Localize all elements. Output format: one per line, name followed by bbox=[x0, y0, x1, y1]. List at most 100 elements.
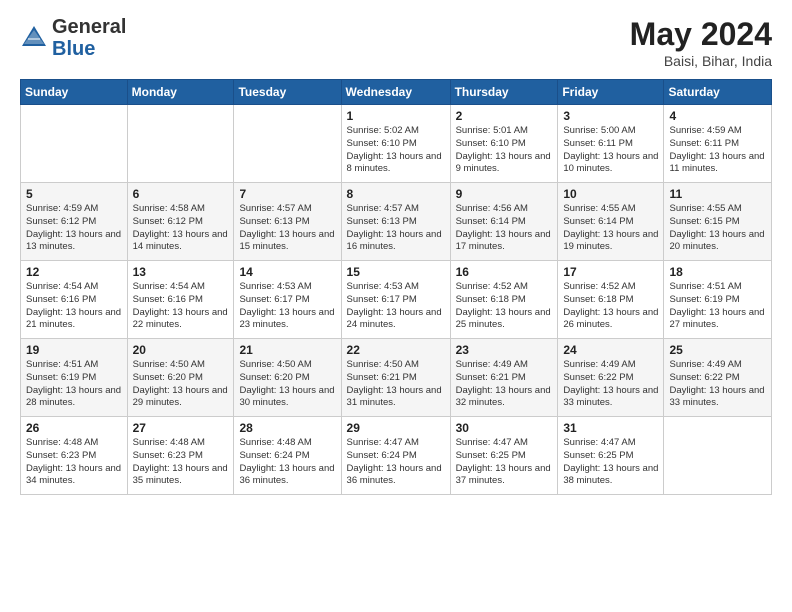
day-number: 20 bbox=[133, 343, 229, 357]
day-number: 6 bbox=[133, 187, 229, 201]
day-info: Sunrise: 4:55 AM Sunset: 6:14 PM Dayligh… bbox=[563, 203, 658, 254]
calendar-cell: 30Sunrise: 4:47 AM Sunset: 6:25 PM Dayli… bbox=[450, 417, 558, 495]
title-location: Baisi, Bihar, India bbox=[630, 53, 772, 69]
logo: General Blue bbox=[20, 16, 126, 60]
calendar-cell bbox=[21, 105, 128, 183]
day-info: Sunrise: 4:57 AM Sunset: 6:13 PM Dayligh… bbox=[347, 203, 445, 254]
day-info: Sunrise: 4:48 AM Sunset: 6:23 PM Dayligh… bbox=[133, 437, 229, 488]
day-info: Sunrise: 4:54 AM Sunset: 6:16 PM Dayligh… bbox=[133, 281, 229, 332]
logo-text: General Blue bbox=[52, 16, 126, 60]
day-number: 5 bbox=[26, 187, 122, 201]
day-info: Sunrise: 4:48 AM Sunset: 6:23 PM Dayligh… bbox=[26, 437, 122, 488]
day-info: Sunrise: 4:49 AM Sunset: 6:21 PM Dayligh… bbox=[456, 359, 553, 410]
day-info: Sunrise: 4:56 AM Sunset: 6:14 PM Dayligh… bbox=[456, 203, 553, 254]
calendar-cell: 20 Sunrise: 4:50 AM Sunset: 6:20 PM Dayli… bbox=[127, 339, 234, 417]
day-info: Sunrise: 4:52 AM Sunset: 6:18 PM Dayligh… bbox=[563, 281, 658, 332]
day-number: 31 bbox=[563, 421, 658, 435]
calendar-cell: 23 Sunrise: 4:49 AM Sunset: 6:21 PM Dayli… bbox=[450, 339, 558, 417]
calendar-cell: 2 Sunrise: 5:01 AM Sunset: 6:10 PM Daylig… bbox=[450, 105, 558, 183]
day-number: 14 bbox=[239, 265, 335, 279]
title-block: May 2024 Baisi, Bihar, India bbox=[630, 16, 772, 69]
calendar-cell: 5 Sunrise: 4:59 AM Sunset: 6:12 PM Daylig… bbox=[21, 183, 128, 261]
day-number: 9 bbox=[456, 187, 553, 201]
calendar-header-row: SundayMondayTuesdayWednesdayThursdayFrid… bbox=[21, 80, 772, 105]
day-number: 8 bbox=[347, 187, 445, 201]
day-number: 26 bbox=[26, 421, 122, 435]
day-number: 4 bbox=[669, 109, 766, 123]
day-info: Sunrise: 4:47 AM Sunset: 6:24 PM Dayligh… bbox=[347, 437, 445, 488]
calendar-cell: 4 Sunrise: 4:59 AM Sunset: 6:11 PM Daylig… bbox=[664, 105, 772, 183]
day-info: Sunrise: 4:50 AM Sunset: 6:21 PM Dayligh… bbox=[347, 359, 445, 410]
calendar-cell: 6 Sunrise: 4:58 AM Sunset: 6:12 PM Daylig… bbox=[127, 183, 234, 261]
day-info: Sunrise: 4:54 AM Sunset: 6:16 PM Dayligh… bbox=[26, 281, 122, 332]
calendar-cell: 18 Sunrise: 4:51 AM Sunset: 6:19 PM Dayli… bbox=[664, 261, 772, 339]
day-info: Sunrise: 4:52 AM Sunset: 6:18 PM Dayligh… bbox=[456, 281, 553, 332]
title-month: May 2024 bbox=[630, 16, 772, 53]
day-number: 21 bbox=[239, 343, 335, 357]
weekday-header: Sunday bbox=[21, 80, 128, 105]
weekday-header: Thursday bbox=[450, 80, 558, 105]
calendar-week-row: 26 Sunrise: 4:48 AM Sunset: 6:23 PM Dayli… bbox=[21, 417, 772, 495]
weekday-header: Tuesday bbox=[234, 80, 341, 105]
day-info: Sunrise: 4:48 AM Sunset: 6:24 PM Dayligh… bbox=[239, 437, 335, 488]
day-number: 23 bbox=[456, 343, 553, 357]
page: General Blue May 2024 Baisi, Bihar, Indi… bbox=[0, 0, 792, 612]
day-info: Sunrise: 4:47 AM Sunset: 6:25 PM Dayligh… bbox=[563, 437, 658, 488]
day-number: 18 bbox=[669, 265, 766, 279]
day-number: 13 bbox=[133, 265, 229, 279]
weekday-header: Monday bbox=[127, 80, 234, 105]
calendar-cell: 26 Sunrise: 4:48 AM Sunset: 6:23 PM Dayli… bbox=[21, 417, 128, 495]
calendar-cell: 13 Sunrise: 4:54 AM Sunset: 6:16 PM Dayli… bbox=[127, 261, 234, 339]
day-number: 19 bbox=[26, 343, 122, 357]
day-info: Sunrise: 4:59 AM Sunset: 6:12 PM Dayligh… bbox=[26, 203, 122, 254]
day-number: 24 bbox=[563, 343, 658, 357]
day-info: Sunrise: 4:49 AM Sunset: 6:22 PM Dayligh… bbox=[669, 359, 766, 410]
day-number: 15 bbox=[347, 265, 445, 279]
calendar-cell: 24 Sunrise: 4:49 AM Sunset: 6:22 PM Dayli… bbox=[558, 339, 664, 417]
day-info: Sunrise: 4:53 AM Sunset: 6:17 PM Dayligh… bbox=[347, 281, 445, 332]
day-number: 29 bbox=[347, 421, 445, 435]
calendar-week-row: 12Sunrise: 4:54 AM Sunset: 6:16 PM Dayli… bbox=[21, 261, 772, 339]
calendar-week-row: 19 Sunrise: 4:51 AM Sunset: 6:19 PM Dayli… bbox=[21, 339, 772, 417]
calendar-cell: 29 Sunrise: 4:47 AM Sunset: 6:24 PM Dayli… bbox=[341, 417, 450, 495]
day-info: Sunrise: 4:53 AM Sunset: 6:17 PM Dayligh… bbox=[239, 281, 335, 332]
day-info: Sunrise: 4:55 AM Sunset: 6:15 PM Dayligh… bbox=[669, 203, 766, 254]
calendar-cell: 28 Sunrise: 4:48 AM Sunset: 6:24 PM Dayli… bbox=[234, 417, 341, 495]
calendar-cell: 19 Sunrise: 4:51 AM Sunset: 6:19 PM Dayli… bbox=[21, 339, 128, 417]
calendar-cell: 1 Sunrise: 5:02 AM Sunset: 6:10 PM Daylig… bbox=[341, 105, 450, 183]
calendar-cell: 9 Sunrise: 4:56 AM Sunset: 6:14 PM Daylig… bbox=[450, 183, 558, 261]
calendar-cell bbox=[664, 417, 772, 495]
day-number: 1 bbox=[347, 109, 445, 123]
day-info: Sunrise: 4:59 AM Sunset: 6:11 PM Dayligh… bbox=[669, 125, 766, 176]
calendar-cell bbox=[234, 105, 341, 183]
day-number: 17 bbox=[563, 265, 658, 279]
calendar-cell: 31 Sunrise: 4:47 AM Sunset: 6:25 PM Dayli… bbox=[558, 417, 664, 495]
day-number: 2 bbox=[456, 109, 553, 123]
calendar-cell: 8 Sunrise: 4:57 AM Sunset: 6:13 PM Daylig… bbox=[341, 183, 450, 261]
day-info: Sunrise: 4:49 AM Sunset: 6:22 PM Dayligh… bbox=[563, 359, 658, 410]
day-number: 3 bbox=[563, 109, 658, 123]
logo-blue: Blue bbox=[52, 38, 95, 60]
calendar-cell: 7Sunrise: 4:57 AM Sunset: 6:13 PM Daylig… bbox=[234, 183, 341, 261]
day-number: 25 bbox=[669, 343, 766, 357]
calendar-cell: 25 Sunrise: 4:49 AM Sunset: 6:22 PM Dayli… bbox=[664, 339, 772, 417]
day-number: 28 bbox=[239, 421, 335, 435]
day-info: Sunrise: 4:50 AM Sunset: 6:20 PM Dayligh… bbox=[133, 359, 229, 410]
day-info: Sunrise: 5:02 AM Sunset: 6:10 PM Dayligh… bbox=[347, 125, 445, 176]
calendar-cell: 22Sunrise: 4:50 AM Sunset: 6:21 PM Dayli… bbox=[341, 339, 450, 417]
day-info: Sunrise: 4:47 AM Sunset: 6:25 PM Dayligh… bbox=[456, 437, 553, 488]
day-info: Sunrise: 5:01 AM Sunset: 6:10 PM Dayligh… bbox=[456, 125, 553, 176]
calendar-cell: 11 Sunrise: 4:55 AM Sunset: 6:15 PM Dayli… bbox=[664, 183, 772, 261]
day-info: Sunrise: 4:51 AM Sunset: 6:19 PM Dayligh… bbox=[26, 359, 122, 410]
header: General Blue May 2024 Baisi, Bihar, Indi… bbox=[20, 16, 772, 69]
calendar-cell: 3 Sunrise: 5:00 AM Sunset: 6:11 PM Daylig… bbox=[558, 105, 664, 183]
weekday-header: Wednesday bbox=[341, 80, 450, 105]
day-info: Sunrise: 4:58 AM Sunset: 6:12 PM Dayligh… bbox=[133, 203, 229, 254]
calendar-week-row: 1 Sunrise: 5:02 AM Sunset: 6:10 PM Daylig… bbox=[21, 105, 772, 183]
day-info: Sunrise: 4:51 AM Sunset: 6:19 PM Dayligh… bbox=[669, 281, 766, 332]
day-number: 27 bbox=[133, 421, 229, 435]
day-number: 11 bbox=[669, 187, 766, 201]
day-info: Sunrise: 5:00 AM Sunset: 6:11 PM Dayligh… bbox=[563, 125, 658, 176]
calendar: SundayMondayTuesdayWednesdayThursdayFrid… bbox=[20, 79, 772, 495]
weekday-header: Saturday bbox=[664, 80, 772, 105]
